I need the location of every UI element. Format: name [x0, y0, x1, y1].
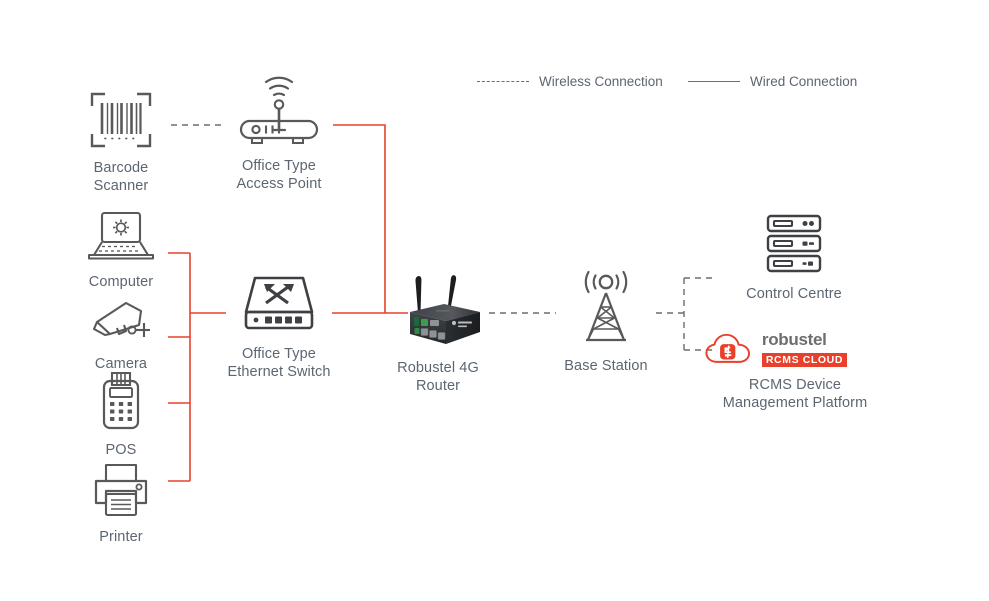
legend-wireless-label: Wireless Connection	[539, 74, 663, 89]
robustel-4g-router-icon	[378, 266, 498, 355]
node-label-computer: Computer	[88, 274, 154, 290]
printer-icon	[66, 461, 176, 524]
node-printer[interactable]: Printer	[66, 461, 176, 546]
wireless-access-point-icon	[219, 60, 339, 153]
node-pos[interactable]: POS	[66, 370, 176, 459]
pos-terminal-icon	[66, 370, 176, 437]
node-label-rcms: RCMS Device Management Platform	[722, 377, 868, 411]
ethernet-switch-icon	[219, 272, 339, 341]
laptop-computer-icon	[66, 210, 176, 269]
server-rack-icon	[734, 212, 854, 281]
node-label-base-station: Base Station	[564, 358, 648, 374]
barcode-scanner-icon	[61, 90, 181, 155]
cell-tower-icon	[546, 266, 666, 353]
node-access-point[interactable]: Office Type Access Point	[219, 60, 339, 193]
node-label-barcode-scanner: Barcode Scanner	[93, 160, 149, 194]
rcms-wordmark: robustel RCMS CLOUD	[761, 329, 886, 368]
legend-wireless: Wireless Connection	[477, 74, 663, 89]
rcms-cloud-badge: RCMS CLOUD	[761, 352, 848, 367]
node-label-ethernet-switch: Office Type Ethernet Switch	[227, 346, 331, 380]
node-control-centre[interactable]: Control Centre	[734, 212, 854, 303]
node-label-access-point: Office Type Access Point	[236, 158, 322, 192]
cctv-camera-icon	[66, 296, 176, 351]
node-label-pos: POS	[105, 442, 137, 458]
node-camera[interactable]: Camera	[66, 296, 176, 373]
rcms-cloud-mark-icon	[705, 333, 751, 363]
node-rcms[interactable]: robustel RCMS CLOUD RCMS Device Manageme…	[704, 326, 886, 412]
legend-wired: Wired Connection	[688, 74, 857, 89]
node-label-printer: Printer	[99, 529, 143, 545]
node-label-router: Robustel 4G Router	[397, 360, 479, 394]
node-base-station[interactable]: Base Station	[546, 266, 666, 375]
node-ethernet-switch[interactable]: Office Type Ethernet Switch	[219, 272, 339, 381]
rcms-cloud-logo-icon: robustel RCMS CLOUD	[704, 326, 886, 372]
node-computer[interactable]: Computer	[66, 210, 176, 291]
wired-line-swatch	[688, 81, 740, 82]
node-barcode-scanner[interactable]: Barcode Scanner	[61, 90, 181, 195]
node-router[interactable]: Robustel 4G Router	[378, 266, 498, 395]
wireless-line-swatch	[477, 80, 529, 83]
robustel-wordmark-text: robustel	[761, 329, 827, 349]
legend-wired-label: Wired Connection	[750, 74, 858, 89]
node-label-control-centre: Control Centre	[746, 286, 842, 302]
